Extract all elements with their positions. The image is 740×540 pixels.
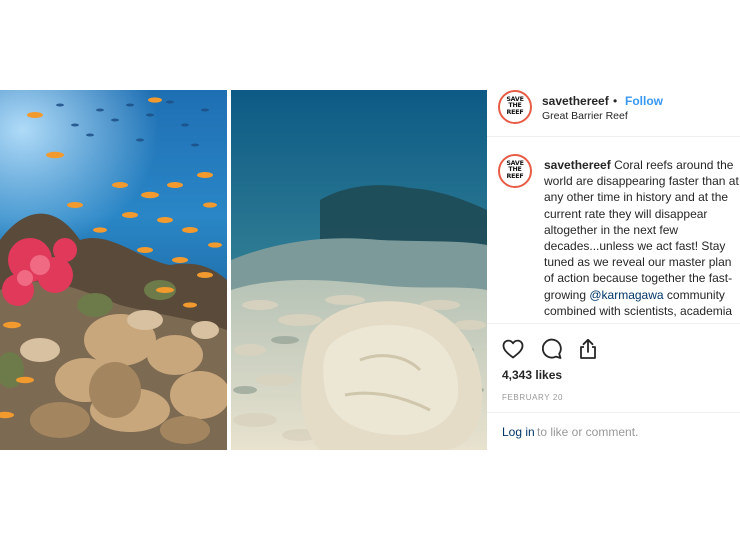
post-actions: 4,343 likes FEBRUARY 20 Log in to like o…: [487, 323, 740, 450]
avatar-logo: SAVE THE REEF: [502, 158, 528, 184]
heart-icon[interactable]: [501, 337, 525, 361]
share-icon[interactable]: [576, 337, 600, 361]
post-details-panel: SAVE THE REEF savethereef • Follow Great…: [487, 90, 740, 450]
avatar[interactable]: SAVE THE REEF: [498, 90, 532, 124]
comment-prompt-text: to like or comment.: [537, 425, 639, 439]
caption-section: SAVE THE REEF savethereef Coral reefs ar…: [487, 138, 740, 322]
avatar-logo: SAVE THE REEF: [502, 94, 528, 120]
caption-body-start: Coral reefs around the world are disappe…: [544, 158, 739, 302]
bleached-reef-image: [231, 90, 487, 450]
avatar-line-3: REEF: [506, 172, 524, 180]
comment-bubble-icon[interactable]: [539, 337, 563, 361]
mention-link[interactable]: @karmagawa: [589, 288, 663, 302]
likes-count[interactable]: 4,343 likes: [502, 368, 562, 382]
username-link[interactable]: savethereef: [542, 94, 609, 108]
login-link[interactable]: Log in: [502, 425, 535, 439]
separator-dot: •: [613, 94, 618, 108]
post-image[interactable]: [0, 90, 487, 450]
post-header: SAVE THE REEF savethereef • Follow Great…: [487, 90, 740, 137]
follow-button[interactable]: Follow: [625, 94, 663, 108]
location-link[interactable]: Great Barrier Reef: [542, 110, 628, 122]
caption-username-link[interactable]: savethereef: [544, 158, 611, 172]
instagram-post: SAVE THE REEF savethereef • Follow Great…: [0, 90, 740, 450]
image-divider: [227, 90, 231, 450]
avatar-line-3: REEF: [506, 108, 524, 116]
healthy-reef-image: [0, 90, 230, 450]
caption-avatar[interactable]: SAVE THE REEF: [498, 154, 532, 188]
post-date[interactable]: FEBRUARY 20: [502, 393, 563, 402]
caption-text: savethereef Coral reefs around the world…: [544, 157, 740, 322]
comment-prompt: Log in to like or comment.: [487, 412, 740, 451]
